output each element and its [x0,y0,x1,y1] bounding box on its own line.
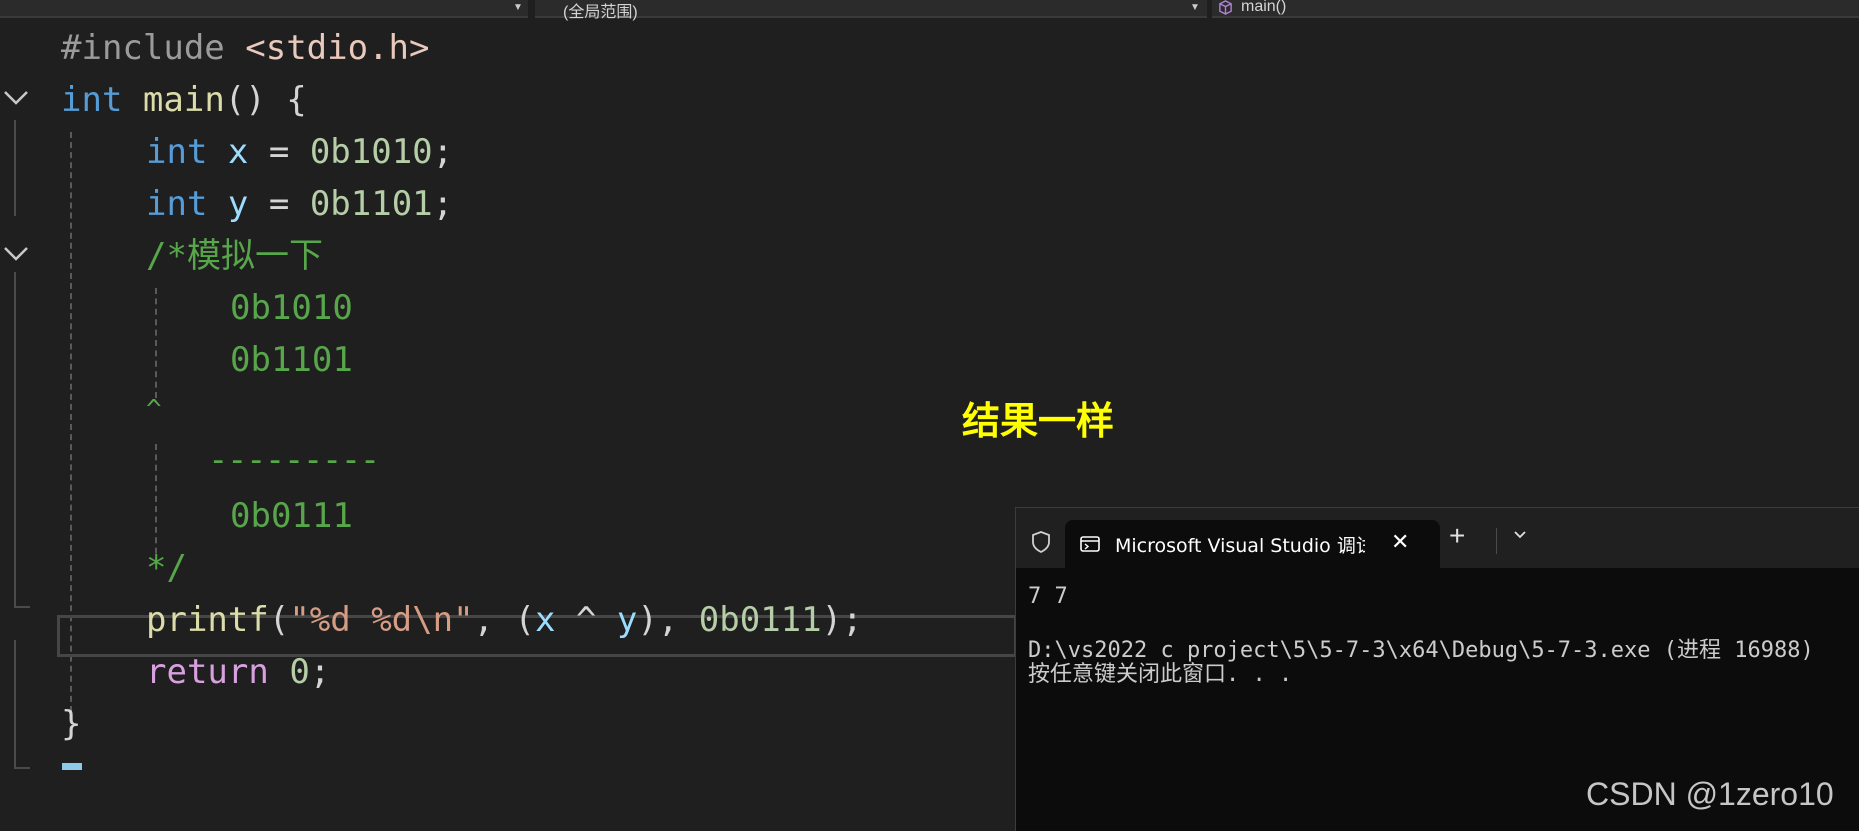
comment-line: /*模拟一下 [146,236,323,276]
code-line-main: int main() { [61,80,307,120]
number-literal: 0b1101 [309,184,433,224]
include-file: <stdio.h> [245,28,430,68]
comment-line: --------- [208,440,380,480]
comment-line: ^ [146,395,162,425]
outline-guide [14,640,16,768]
text-caret [62,763,82,770]
keyword-int: int [146,184,208,224]
scope-label: (全局范围) [563,4,638,21]
console-tab-title: Microsoft Visual Studio 调试控 [1115,535,1365,557]
function-dropdown[interactable]: main() [1212,0,1859,18]
comment-line: */ [146,548,187,588]
comment-line: 0b1101 [230,340,353,380]
project-dropdown[interactable]: ▼ [0,0,528,18]
code-line-printf: printf("%d %d\n", (x ^ y), 0b0111); [146,600,863,640]
plus-icon[interactable]: + [1449,520,1465,552]
keyword-int: int [61,80,123,120]
tab-separator [1496,528,1497,554]
code-line-close-brace: } [61,704,82,744]
keyword-return: return [146,652,269,692]
return-value: 0 [289,652,310,692]
console-tab-bar: Microsoft Visual Studio 调试控 ✕ + [1016,508,1859,568]
navigation-bar: ▼ (全局范围) ▼ main() [0,0,1859,21]
function-printf: printf [146,600,269,640]
comment-line: 0b0111 [230,496,353,536]
variable-y: y [227,184,249,224]
dropdown-arrow-icon: ▼ [513,2,523,13]
close-icon[interactable]: ✕ [1391,529,1409,555]
outline-guide [14,606,30,608]
code-line-declare-y: int y = 0b1101; [146,184,454,224]
outline-guide [14,120,16,216]
outline-guide [14,767,30,769]
shield-icon [1032,531,1050,554]
cube-icon [1219,0,1232,15]
console-output-line: 7 7 [1028,584,1068,609]
keyword-int: int [146,132,208,172]
variable-x: x [227,132,249,172]
scope-dropdown[interactable]: (全局范围) ▼ [535,0,1207,21]
console-tab[interactable]: Microsoft Visual Studio 调试控 ✕ [1065,520,1440,568]
function-main: main [142,80,225,120]
console-output-line: 按任意键关闭此窗口. . . [1028,662,1293,687]
number-literal: 0b0111 [698,600,822,640]
dropdown-arrow-icon: ▼ [1190,2,1200,13]
variable-x: x [534,600,556,640]
variable-y: y [616,600,638,640]
comment-line: 0b1010 [230,288,353,328]
code-line-declare-x: int x = 0b1010; [146,132,454,172]
chevron-down-icon[interactable] [1513,530,1527,540]
fold-chevron-icon[interactable] [3,244,29,264]
format-string: "%d %d\n" [289,600,474,640]
number-literal: 0b1010 [309,132,433,172]
outline-guide [14,272,16,608]
include-directive: #include [61,28,225,68]
annotation-text: 结果一样 [962,399,1115,443]
indent-guide [155,288,157,398]
fold-chevron-icon[interactable] [3,88,29,108]
terminal-icon [1080,536,1100,552]
function-label: main() [1241,0,1287,15]
code-line-return: return 0; [146,652,331,692]
code-line-include: #include <stdio.h> [61,28,429,68]
indent-guide [155,444,157,564]
watermark: CSDN @1zero10 [1586,776,1834,812]
